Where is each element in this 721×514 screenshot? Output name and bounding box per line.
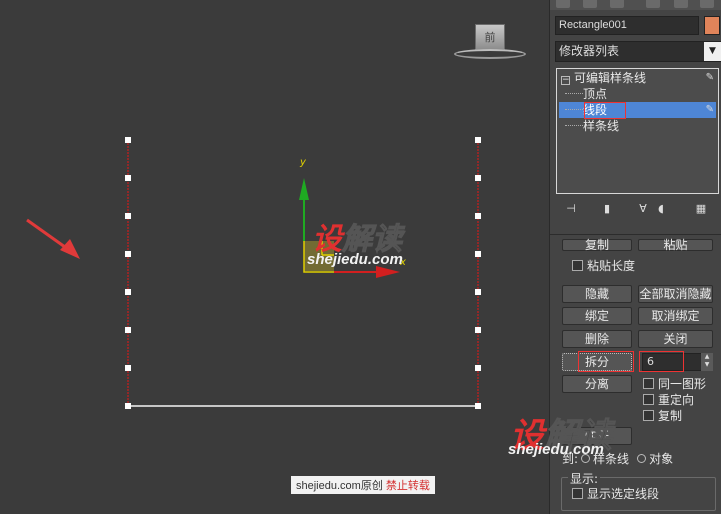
watermark-url-lower: shejiedu.com: [508, 441, 604, 458]
unhide-all-button[interactable]: 全部取消隐藏: [638, 285, 713, 303]
vertex-point[interactable]: [125, 137, 131, 143]
stack-item-vertex[interactable]: 顶点: [559, 86, 716, 102]
modify-tab-icon[interactable]: [583, 0, 597, 8]
object-color-swatch[interactable]: [704, 16, 720, 35]
stack-item-editable-spline[interactable]: − 可编辑样条线 ✎: [559, 70, 716, 86]
collapse-icon[interactable]: −: [561, 76, 570, 85]
detach-button[interactable]: 分离: [562, 375, 632, 393]
vertex-point[interactable]: [125, 251, 131, 257]
reorient-checkbox[interactable]: 重定向: [643, 393, 694, 407]
vertex-point[interactable]: [125, 213, 131, 219]
vertex-point[interactable]: [475, 175, 481, 181]
modifier-list-label: 修改器列表: [559, 44, 620, 58]
highlight-box-divide: [578, 351, 634, 372]
create-tab-icon[interactable]: [556, 0, 570, 8]
highlight-box-divide-value: [639, 351, 684, 372]
same-shape-checkbox[interactable]: 同一图形: [643, 377, 706, 391]
copy-checkbox[interactable]: 复制: [643, 409, 682, 423]
pin-stack-icon[interactable]: ⊣: [564, 202, 578, 216]
paste-button[interactable]: 粘贴: [638, 239, 713, 251]
perspective-viewport[interactable]: y x 前 设解读 shejiedu.com shejiedu.com原创 禁止…: [0, 0, 549, 514]
highlight-box-segment: [584, 102, 626, 119]
paste-length-checkbox[interactable]: 粘贴长度: [572, 259, 635, 273]
vertex-point[interactable]: [125, 327, 131, 333]
panel-tab-bar[interactable]: [550, 0, 721, 10]
stack-item-spline[interactable]: 样条线: [559, 118, 716, 134]
show-end-result-icon[interactable]: ▮: [600, 202, 614, 216]
remove-modifier-icon[interactable]: ◖: [654, 202, 668, 216]
display-group-title: 显示:: [568, 470, 601, 487]
pen-icon: ✎: [705, 104, 714, 115]
vertex-point[interactable]: [125, 175, 131, 181]
utilities-tab-icon[interactable]: [700, 0, 714, 8]
show-selected-segments-checkbox[interactable]: 显示选定线段: [572, 487, 659, 501]
hierarchy-tab-icon[interactable]: [610, 0, 624, 8]
vertex-point[interactable]: [475, 251, 481, 257]
viewcube[interactable]: 前: [475, 24, 505, 50]
viewport-canvas[interactable]: [0, 0, 549, 514]
annotation-arrow: [26, 218, 80, 259]
display-tab-icon[interactable]: [674, 0, 688, 8]
hide-button[interactable]: 隐藏: [562, 285, 632, 303]
pen-icon: ✎: [705, 72, 714, 83]
stack-item-segment[interactable]: 线段 ✎: [559, 102, 716, 118]
bind-button[interactable]: 绑定: [562, 307, 632, 325]
gizmo-y-label: y: [300, 157, 306, 168]
viewcube-ring[interactable]: [454, 49, 526, 59]
copy-button[interactable]: 复制: [562, 239, 632, 251]
configure-modifier-sets-icon[interactable]: ▦: [694, 202, 708, 216]
credit-label: shejiedu.com原创 禁止转载: [291, 476, 435, 494]
vertex-point[interactable]: [125, 289, 131, 295]
unbind-button[interactable]: 取消绑定: [638, 307, 713, 325]
close-button[interactable]: 关闭: [638, 330, 713, 348]
delete-button[interactable]: 删除: [562, 330, 632, 348]
object-name-field[interactable]: Rectangle001: [555, 16, 699, 35]
motion-tab-icon[interactable]: [646, 0, 660, 8]
command-panel: Rectangle001 修改器列表 ▼ − 可编辑样条线 ✎ 顶点 线段 ✎ 样条线 …: [508, 0, 721, 514]
vertex-point[interactable]: [475, 213, 481, 219]
vertex-point[interactable]: [475, 289, 481, 295]
vertex-point[interactable]: [475, 137, 481, 143]
chevron-down-icon[interactable]: ▼: [704, 42, 721, 61]
vertex-point[interactable]: [475, 403, 481, 409]
vertex-point[interactable]: [125, 365, 131, 371]
object-radio[interactable]: [637, 454, 647, 463]
vertex-point[interactable]: [125, 403, 131, 409]
spline-shape[interactable]: [127, 140, 479, 407]
modifier-list-dropdown[interactable]: 修改器列表 ▼: [555, 41, 721, 62]
viewcube-face-label: 前: [484, 32, 496, 44]
divide-count-spinner[interactable]: ▲ ▼: [701, 353, 713, 371]
stack-toolbar: ⊣ ▮ ∀ ◖ ▦: [558, 200, 718, 220]
watermark-url-center: shejiedu.com: [307, 251, 403, 268]
modifier-stack[interactable]: − 可编辑样条线 ✎ 顶点 线段 ✎ 样条线: [556, 68, 719, 194]
make-unique-icon[interactable]: ∀: [636, 202, 650, 216]
vertex-point[interactable]: [475, 327, 481, 333]
segment-division-points[interactable]: [125, 137, 481, 409]
vertex-point[interactable]: [475, 365, 481, 371]
